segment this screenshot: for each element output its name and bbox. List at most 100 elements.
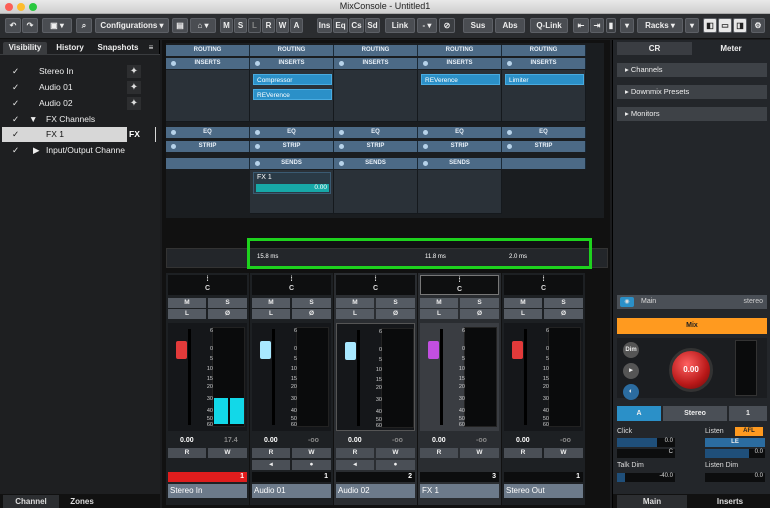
list-item[interactable]: ✓ ▼ FX Channels (2, 112, 156, 127)
strip-header[interactable]: STRIP (250, 141, 334, 152)
collapse-triangle-icon[interactable]: ▶ (33, 143, 40, 158)
sends-header[interactable]: SENDS (418, 158, 502, 169)
list-item[interactable]: ✓ Stereo In ✦ (2, 64, 156, 79)
click-pan-slider[interactable]: C (617, 449, 675, 458)
routing-header[interactable]: ROUTING (250, 45, 334, 56)
fader-track[interactable] (272, 329, 275, 425)
cs-bypass-button[interactable]: Cs (349, 18, 364, 33)
write-automation-button[interactable]: W (460, 448, 499, 458)
bypass-dot-icon[interactable] (507, 144, 512, 149)
mute-button[interactable]: M (420, 298, 458, 308)
write-automation-button[interactable]: W (292, 448, 331, 458)
section-channels[interactable]: ▸ Channels (617, 63, 767, 77)
tab-history[interactable]: History (50, 42, 90, 54)
phase-button[interactable]: Ø (376, 309, 415, 319)
solo-button[interactable]: S (544, 298, 583, 308)
volume-knob[interactable]: 0.00 (669, 348, 713, 392)
list-item[interactable]: ✓ Audio 01 ✦ (2, 80, 156, 95)
fader-track[interactable] (440, 329, 443, 425)
channel-name[interactable]: Stereo In (168, 484, 247, 498)
pan-control[interactable]: ⁞ C (336, 275, 415, 295)
pan-control[interactable]: ⁞ C (504, 275, 583, 295)
bypass-dot-icon[interactable] (255, 130, 260, 135)
record-button[interactable]: ● (376, 460, 415, 470)
eq-header[interactable]: EQ (166, 127, 250, 138)
search-icon[interactable]: ⌕ (76, 18, 92, 33)
channel-color-bar[interactable]: 1 (168, 472, 247, 482)
read-automation-button[interactable]: R (252, 448, 290, 458)
tab-visibility[interactable]: Visibility (3, 42, 47, 54)
insert-plugin-reverence[interactable]: REVerence (421, 74, 500, 85)
listen-enable-button[interactable]: LE (705, 438, 765, 447)
bypass-dot-icon[interactable] (255, 61, 260, 66)
tab-channel[interactable]: Channel (3, 495, 59, 508)
left-zone-toggle-icon[interactable]: ◧ (703, 18, 717, 33)
tab-snapshots[interactable]: Snapshots (93, 42, 143, 54)
cue-a-button[interactable]: A (617, 406, 661, 421)
record-button[interactable]: ● (292, 460, 331, 470)
undo-icon[interactable]: ↶ (5, 18, 21, 33)
fader-track[interactable] (524, 329, 527, 425)
fader-handle[interactable] (512, 341, 523, 359)
channel-name[interactable]: Audio 02 (336, 484, 415, 498)
reference-level-icon[interactable]: ◐ (623, 384, 639, 400)
channel-color-bar[interactable]: 1 (252, 472, 331, 482)
insert-plugin-compressor[interactable]: Compressor (253, 74, 332, 85)
save-config-icon[interactable]: ▤ (172, 18, 188, 33)
pan-control[interactable]: ⁞ C (252, 275, 331, 295)
bypass-dot-icon[interactable] (423, 130, 428, 135)
inserts-header[interactable]: INSERTS (250, 58, 334, 69)
listen-all-button[interactable]: L (248, 18, 261, 33)
tab-main[interactable]: Main (617, 495, 687, 508)
bypass-dot-icon[interactable] (255, 144, 260, 149)
read-automation-button[interactable]: R (168, 448, 206, 458)
section-monitors[interactable]: ▸ Monitors (617, 107, 767, 121)
link-dropdown[interactable]: - ▾ (417, 18, 437, 33)
panel-menu-icon[interactable]: ≡ (146, 42, 156, 54)
racks-options-arrow[interactable]: ▾ (685, 18, 699, 33)
sends-bypass-button[interactable]: Sd (365, 18, 380, 33)
eq-header[interactable]: EQ (250, 127, 334, 138)
eq-bypass-button[interactable]: Eq (333, 18, 348, 33)
channel-name[interactable]: Audio 01 (252, 484, 331, 498)
read-automation-button[interactable]: R (336, 448, 374, 458)
listen-button[interactable]: L (504, 309, 542, 319)
insert-slots[interactable] (334, 70, 418, 122)
write-all-button[interactable]: W (276, 18, 289, 33)
expand-triangle-icon[interactable]: ▼ (29, 112, 37, 127)
solo-button[interactable]: S (292, 298, 331, 308)
eq-header[interactable]: EQ (334, 127, 418, 138)
routing-header[interactable]: ROUTING (502, 45, 586, 56)
bypass-dot-icon[interactable] (423, 161, 428, 166)
tab-cr[interactable]: CR (617, 42, 692, 55)
insert-slots[interactable] (166, 70, 250, 122)
inserts-header[interactable]: INSERTS (334, 58, 418, 69)
list-item-selected[interactable]: ✓ FX 1 FX (2, 127, 156, 142)
write-automation-button[interactable]: W (376, 448, 415, 458)
bypass-dot-icon[interactable] (339, 61, 344, 66)
channel-color-bar[interactable]: 2 (336, 472, 415, 482)
racks-menu-arrow[interactable]: ▾ (620, 18, 634, 33)
gear-icon[interactable]: ⚙ (751, 18, 765, 33)
tab-zones[interactable]: Zones (62, 495, 102, 508)
solo-all-button[interactable]: S (234, 18, 247, 33)
fader-handle[interactable] (176, 341, 187, 359)
routing-header[interactable]: ROUTING (418, 45, 502, 56)
channel-name[interactable]: FX 1 (420, 484, 499, 498)
send-slots[interactable] (334, 170, 418, 214)
q-link-button[interactable]: Q-Link (530, 18, 568, 33)
list-item[interactable]: ✓ ▶ Input/Output Channe (2, 143, 156, 158)
visibility-check[interactable]: ✓ (12, 80, 19, 95)
visibility-check[interactable]: ✓ (12, 64, 19, 79)
tab-meter[interactable]: Meter (695, 42, 767, 55)
section-downmix-presets[interactable]: ▸ Downmix Presets (617, 85, 767, 99)
fader-track[interactable] (357, 330, 360, 426)
strip-header[interactable]: STRIP (418, 141, 502, 152)
bypass-dot-icon[interactable] (171, 144, 176, 149)
solo-button[interactable]: S (460, 298, 499, 308)
listen-level-slider[interactable]: 0.0 (705, 449, 765, 458)
suspend-button[interactable]: Sus (463, 18, 493, 33)
camera-snapshot-icon[interactable]: ▣ ▾ (42, 18, 72, 33)
scroll-indicator[interactable]: ▮ (606, 18, 616, 33)
right-zone-toggle-icon[interactable]: ◨ (733, 18, 747, 33)
